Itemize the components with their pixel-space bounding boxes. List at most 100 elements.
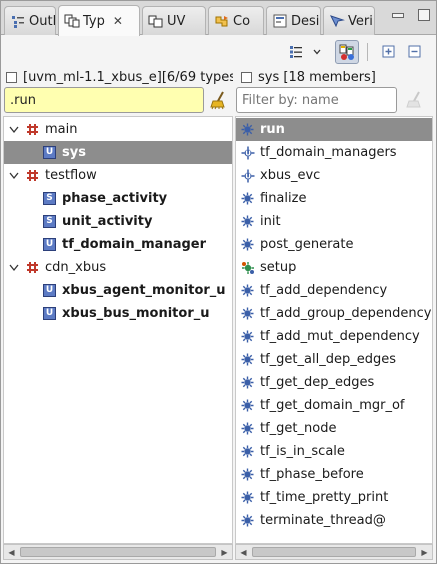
minimize-button[interactable] [392,13,404,18]
member-xbus-evc[interactable]: U xbus_evc [236,164,432,187]
member-label: tf_get_all_dep_edges [260,352,396,367]
unit-icon: U [42,283,57,298]
member-init[interactable]: init [236,210,432,233]
filter-members-toggle[interactable] [335,40,359,64]
members-pane-title: sys [18 members] [258,69,376,85]
tree-node-xbus-bus-monitor-u[interactable]: U xbus_bus_monitor_u [4,302,232,325]
tree-node-label: main [45,122,78,137]
tab-label: Outl [29,13,56,29]
tree-node-label: phase_activity [62,191,168,206]
package-icon [25,122,40,137]
member-tf-get-node[interactable]: tf_get_node [236,417,432,440]
scrollbar-thumb[interactable] [20,547,216,557]
expand-all-button[interactable] [377,40,401,64]
view-tab-bar: Outl Typ ✕ UV Co Desi Veri [1,1,436,36]
unit-icon: U [42,145,57,160]
method-icon [240,329,255,344]
members-horizontal-scrollbar[interactable]: ◀ ▶ [235,544,433,560]
member-tf-get-dep-edges[interactable]: tf_get_dep_edges [236,371,432,394]
tab-outline[interactable]: Outl [4,6,56,35]
member-tf-is-in-scale[interactable]: tf_is_in_scale [236,440,432,463]
member-finalize[interactable]: finalize [236,187,432,210]
method-icon [240,283,255,298]
tree-node-phase-activity[interactable]: S phase_activity [4,187,232,210]
tab-design[interactable]: Desi [266,6,321,35]
scroll-right-icon[interactable]: ▶ [417,545,432,559]
member-tf-phase-before[interactable]: tf_phase_before [236,463,432,486]
member-label: finalize [260,191,307,206]
tree-node-sys[interactable]: U sys [4,141,232,164]
method-icon [240,122,255,137]
members-list[interactable]: run U tf_domain_managers U xbus_evc fina… [235,116,433,544]
struct-icon: S [42,191,57,206]
clear-filter-broom-icon[interactable] [208,90,230,110]
package-icon [25,260,40,275]
member-label: post_generate [260,237,354,252]
tab-type-hierarchy[interactable]: Typ ✕ [58,5,140,36]
pane-header-icon [241,71,252,83]
svg-text:U: U [245,172,251,180]
scroll-left-icon[interactable]: ◀ [4,545,19,559]
clear-filter-broom-icon[interactable] [404,90,426,110]
member-run[interactable]: run [236,118,432,141]
method-icon [240,191,255,206]
member-tf-add-group-dependency[interactable]: tf_add_group_dependency [236,302,432,325]
tree-node-label: sys [62,145,86,160]
tree-node-main[interactable]: main [4,118,232,141]
filter-icon [339,44,354,60]
member-tf-domain-managers[interactable]: U tf_domain_managers [236,141,432,164]
uvm-view-icon [148,13,164,29]
tab-coverage[interactable]: Co [208,6,264,35]
member-terminate-thread[interactable]: terminate_thread@ [236,509,432,532]
tree-node-cdn-xbus[interactable]: cdn_xbus [4,256,232,279]
scroll-left-icon[interactable]: ◀ [236,545,251,559]
member-label: terminate_thread@ [260,513,386,528]
chevron-down-icon[interactable] [8,124,20,136]
close-icon[interactable]: ✕ [113,14,123,28]
method-icon [240,421,255,436]
chevron-down-icon[interactable] [8,262,20,274]
unit-icon: U [42,237,57,252]
type-hierarchy-icon [64,13,80,29]
design-icon [272,13,288,29]
member-tf-time-pretty-print[interactable]: tf_time_pretty_print [236,486,432,509]
tree-node-label: cdn_xbus [45,260,107,275]
collapse-all-button[interactable] [403,40,427,64]
member-label: tf_get_node [260,421,337,436]
types-horizontal-scrollbar[interactable]: ◀ ▶ [3,544,233,560]
tree-node-unit-activity[interactable]: S unit_activity [4,210,232,233]
member-tf-get-all-dep-edges[interactable]: tf_get_all_dep_edges [236,348,432,371]
types-pane-header: [uvm_ml-1.1_xbus_e][6/69 types [1,68,233,86]
chevron-down-icon[interactable] [311,40,323,64]
method-icon [240,375,255,390]
tab-label: Desi [291,13,320,29]
unit-icon: U [42,306,57,321]
maximize-button[interactable] [418,9,430,21]
member-tf-add-dependency[interactable]: tf_add_dependency [236,279,432,302]
svg-text:U: U [245,149,251,157]
member-label: tf_is_in_scale [260,444,345,459]
member-tf-get-domain-mgr-of[interactable]: tf_get_domain_mgr_of [236,394,432,417]
hierarchy-mode-button[interactable] [285,40,309,64]
members-filter-input[interactable] [236,87,397,113]
types-pane-title: [uvm_ml-1.1_xbus_e][6/69 types [23,69,233,85]
outline-icon [10,13,26,29]
coverage-icon [214,13,230,29]
scrollbar-thumb[interactable] [252,547,416,557]
types-filter-input[interactable] [4,87,204,113]
tree-node-tf-domain-manager[interactable]: U tf_domain_manager [4,233,232,256]
member-label: run [260,122,285,137]
tree-node-testflow[interactable]: testflow [4,164,232,187]
expand-all-icon [382,45,395,58]
tab-uvm[interactable]: UV [142,6,206,35]
tab-verification[interactable]: Veri [323,6,375,35]
scroll-right-icon[interactable]: ▶ [217,545,232,559]
window-controls [392,9,430,21]
member-tf-add-mut-dependency[interactable]: tf_add_mut_dependency [236,325,432,348]
member-setup[interactable]: setup [236,256,432,279]
types-tree[interactable]: main U sys testflow S phase_activity S u… [3,116,233,544]
tree-node-xbus-agent-monitor-u[interactable]: U xbus_agent_monitor_u [4,279,232,302]
member-post-generate[interactable]: post_generate [236,233,432,256]
method-icon [240,237,255,252]
chevron-down-icon[interactable] [8,170,20,182]
